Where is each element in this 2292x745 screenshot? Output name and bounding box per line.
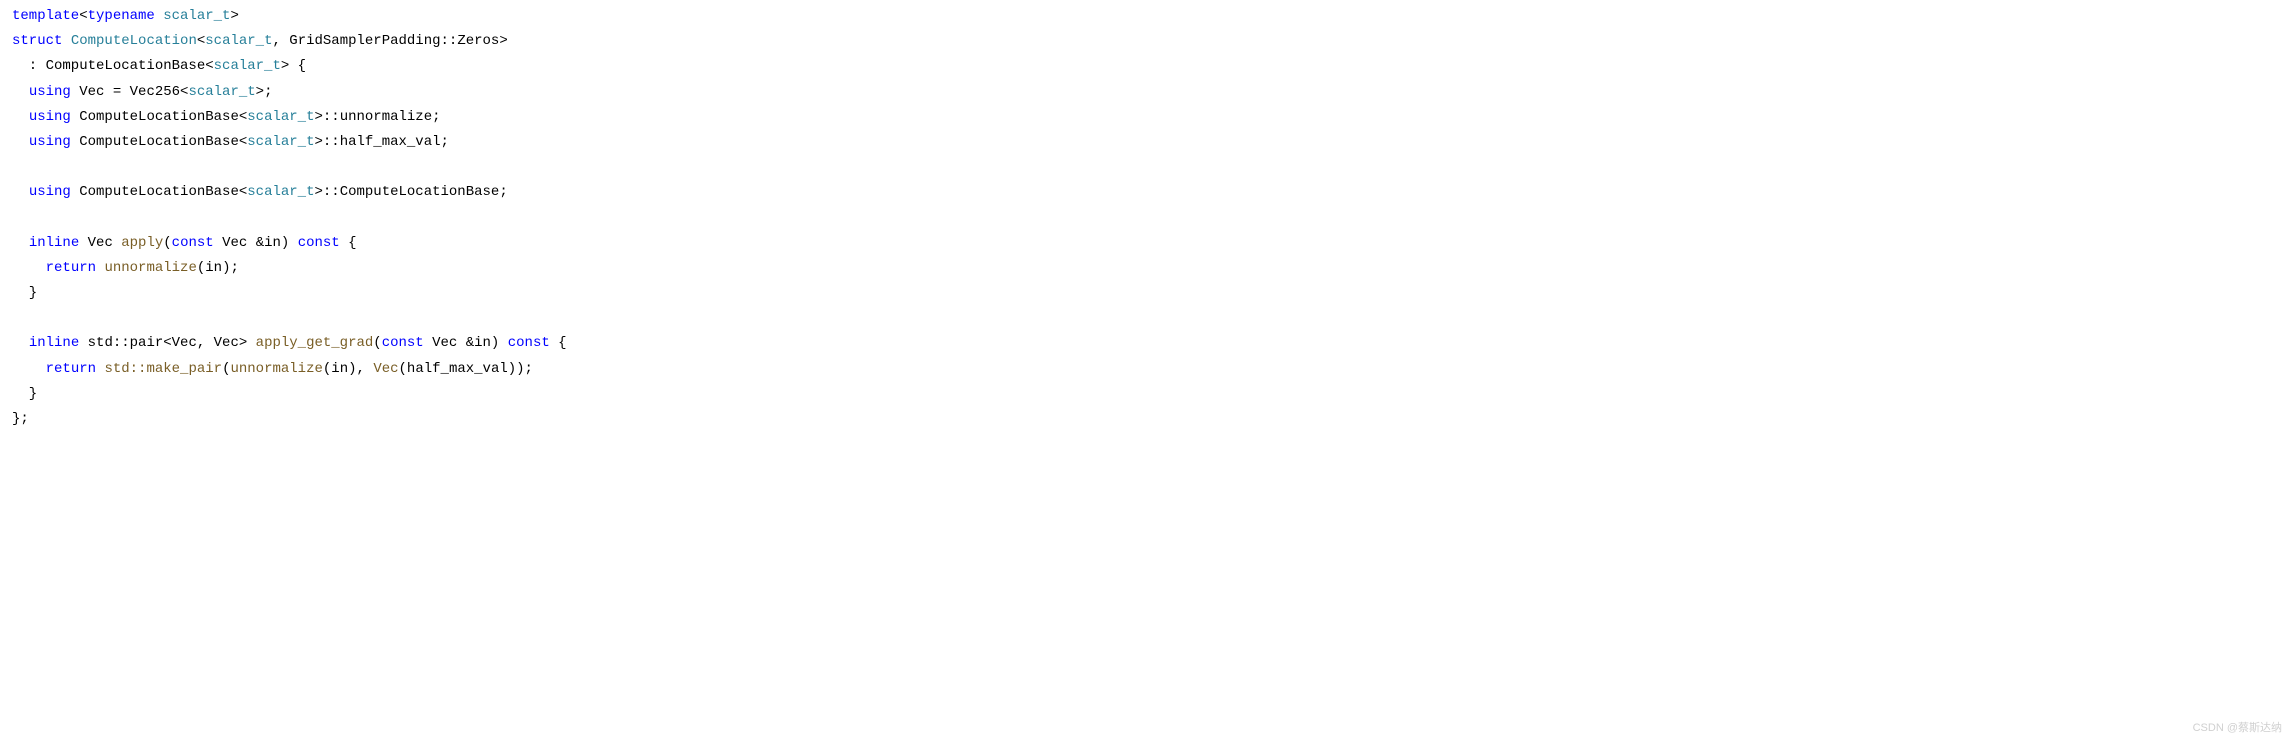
indent <box>12 361 46 377</box>
keyword-inline: inline <box>29 235 79 251</box>
indent <box>12 84 29 100</box>
indent <box>12 134 29 150</box>
indent <box>12 184 29 200</box>
keyword-struct: struct <box>12 33 62 49</box>
paren: ( <box>163 235 171 251</box>
text: std::pair<Vec, Vec> <box>79 335 255 351</box>
text: { <box>340 235 357 251</box>
text: >; <box>256 84 273 100</box>
keyword-using: using <box>29 184 71 200</box>
type-computelocation: ComputeLocation <box>71 33 197 49</box>
keyword-inline: inline <box>29 335 79 351</box>
keyword-using: using <box>29 109 71 125</box>
text: Vec &in) <box>214 235 298 251</box>
brace: }; <box>12 411 29 427</box>
type-scalar: scalar_t <box>247 134 314 150</box>
keyword-using: using <box>29 134 71 150</box>
keyword-template: template <box>12 8 79 24</box>
text: (in), <box>323 361 373 377</box>
keyword-const: const <box>298 235 340 251</box>
text: > { <box>281 58 306 74</box>
keyword-return: return <box>46 361 96 377</box>
indent <box>12 235 29 251</box>
text: >::half_max_val; <box>314 134 448 150</box>
text: { <box>550 335 567 351</box>
indent <box>12 335 29 351</box>
space <box>155 8 163 24</box>
indent <box>12 109 29 125</box>
func-unnormalize: unnormalize <box>230 361 322 377</box>
text: ComputeLocationBase< <box>71 109 247 125</box>
type-scalar: scalar_t <box>205 33 272 49</box>
type-scalar: scalar_t <box>163 8 230 24</box>
text: Vec &in) <box>424 335 508 351</box>
func-unnormalize: unnormalize <box>104 260 196 276</box>
text: >::ComputeLocationBase; <box>314 184 507 200</box>
keyword-const: const <box>172 235 214 251</box>
text: : ComputeLocationBase< <box>12 58 214 74</box>
space <box>62 33 70 49</box>
text: (half_max_val)); <box>399 361 533 377</box>
text: >::unnormalize; <box>314 109 440 125</box>
bracket: < <box>197 33 205 49</box>
bracket: > <box>230 8 238 24</box>
text: Vec = Vec256< <box>71 84 189 100</box>
func-apply: apply <box>121 235 163 251</box>
watermark: CSDN @蔡斯达纳 <box>2193 719 2282 739</box>
bracket: < <box>79 8 87 24</box>
indent <box>12 260 46 276</box>
keyword-const: const <box>508 335 550 351</box>
brace: } <box>12 386 37 402</box>
func-apply-get-grad: apply_get_grad <box>256 335 374 351</box>
text: Vec <box>79 235 121 251</box>
keyword-using: using <box>29 84 71 100</box>
keyword-return: return <box>46 260 96 276</box>
keyword-typename: typename <box>88 8 155 24</box>
text: ComputeLocationBase< <box>71 134 247 150</box>
code-block: template<typename scalar_t> struct Compu… <box>0 0 2292 436</box>
type-scalar: scalar_t <box>247 109 314 125</box>
keyword-const: const <box>382 335 424 351</box>
brace: } <box>12 285 37 301</box>
type-scalar: scalar_t <box>214 58 281 74</box>
text: ComputeLocationBase< <box>71 184 247 200</box>
text: , GridSamplerPadding::Zeros> <box>272 33 507 49</box>
type-scalar: scalar_t <box>247 184 314 200</box>
func-make-pair: std::make_pair <box>104 361 222 377</box>
text: (in); <box>197 260 239 276</box>
paren: ( <box>373 335 381 351</box>
func-vec: Vec <box>373 361 398 377</box>
type-scalar: scalar_t <box>188 84 255 100</box>
